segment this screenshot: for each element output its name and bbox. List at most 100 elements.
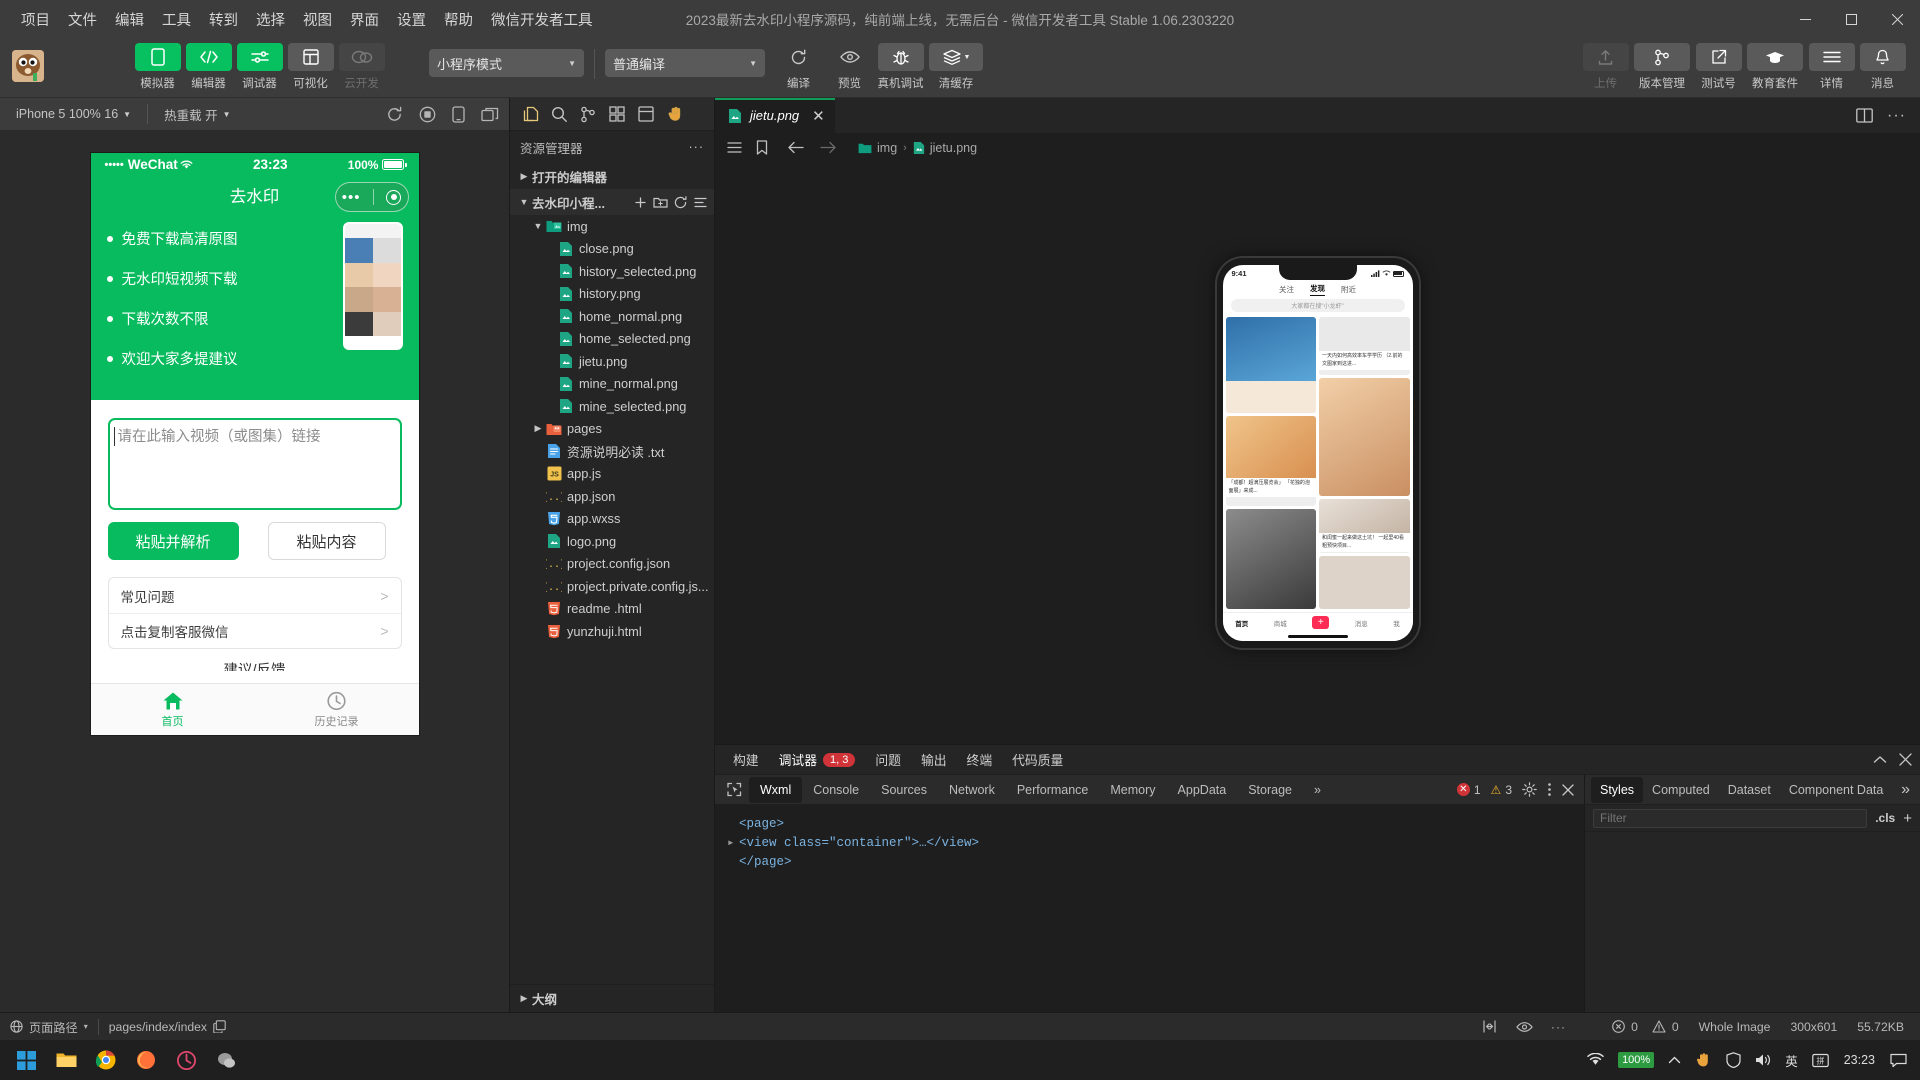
wechat-capsule-button[interactable]: ••• [334,182,409,212]
compile-select[interactable]: 普通编译 ▼ [605,49,765,77]
status-page-path-selector[interactable]: 页面路径 ▾ [0,1013,98,1041]
chrome-icon[interactable] [86,1040,126,1080]
styles-tabs-overflow[interactable]: » [1901,781,1920,799]
tree-item-app-js[interactable]: JS app.js [510,463,714,486]
menu-item-settings[interactable]: 设置 [388,4,435,35]
devtools-tab-performance[interactable]: Performance [1006,777,1100,803]
devtools-tab-appdata[interactable]: AppData [1167,777,1238,803]
toolbar-messages-button[interactable]: 消息 [1859,43,1906,91]
close-icon[interactable] [1562,783,1574,796]
toolbar-visualizer-button[interactable]: 可视化 [287,43,334,91]
toolbar-compile-button[interactable]: 编译 [775,43,822,91]
kebab-icon[interactable] [1547,782,1552,797]
preview-card[interactable] [1225,509,1316,609]
refresh-icon[interactable] [673,195,688,210]
error-count[interactable]: ✕ 1 [1456,783,1481,797]
ime-indicator[interactable]: 英 [1778,1040,1805,1080]
phone-tab-history[interactable]: 历史记录 [255,684,419,735]
paste-and-parse-button[interactable]: 粘贴并解析 [107,522,239,560]
firefox-icon[interactable] [126,1040,166,1080]
menu-item-file[interactable]: 文件 [59,4,106,35]
menu-item-project[interactable]: 项目 [12,4,59,35]
tree-item-home-normal-png[interactable]: home_normal.png [510,305,714,328]
minimize-button[interactable] [1782,0,1828,38]
windows-icon[interactable] [6,1040,46,1080]
back-arrow-icon[interactable] [788,141,804,154]
styles-tab-computed[interactable]: Computed [1643,777,1719,803]
preview-bottom-tab-me[interactable]: 我 [1393,618,1400,628]
menu-item-tools[interactable]: 工具 [153,4,200,35]
tree-item-project-private-config[interactable]: {..} project.private.config.js... [510,575,714,598]
devtools-tab-memory[interactable]: Memory [1099,777,1166,803]
tree-item-mine-selected-png[interactable]: mine_selected.png [510,395,714,418]
devtools-tab-storage[interactable]: Storage [1237,777,1303,803]
bookmark-icon[interactable] [756,140,768,155]
devtools-tab-debugger[interactable]: 调试器 1, 3 [769,746,866,773]
toolbar-testid-button[interactable]: 测试号 [1695,43,1742,91]
copy-icon[interactable] [213,1020,226,1033]
devtools-tab-terminal[interactable]: 终端 [957,746,1003,773]
devtools-tab-output[interactable]: 输出 [911,746,957,773]
more-icon[interactable]: ··· [1887,107,1906,125]
toolbar-clearcache-button[interactable]: ▼ 清缓存 [928,43,984,91]
eye-icon[interactable] [1516,1021,1533,1033]
device-select[interactable]: iPhone 5 100% 16 ▼ [10,104,137,124]
phone-tab-home[interactable]: 首页 [91,684,255,735]
preview-search-bar[interactable]: 大家都在搜"小龙虾" [1230,299,1405,312]
toolbar-editor-button[interactable]: 编辑器 [185,43,232,91]
preview-bottom-tab-messages[interactable]: 消息 [1355,618,1368,628]
split-icon[interactable] [1481,1019,1498,1034]
new-file-icon[interactable] [633,195,648,210]
code-line[interactable]: ▸ <view class="container">…</view> [727,834,1572,853]
preview-add-button[interactable]: + [1312,616,1330,629]
cell-copy-wechat[interactable]: 点击复制客服微信 > [108,613,401,648]
status-problems[interactable]: 0 0 [1612,1013,1689,1041]
cell-faq[interactable]: 常见问题 > [109,578,401,613]
devtools-tab-console[interactable]: Console [802,777,870,803]
devtools-tab-codequality[interactable]: 代码质量 [1002,746,1073,773]
toolbar-realdebug-button[interactable]: 真机调试 [877,43,924,91]
phone-preview[interactable]: ••••• WeChat 23:23 100% 去水印 ••• 免费下载高清原图… [90,153,419,735]
tree-item-img[interactable]: ▼ img [510,215,714,238]
avatar[interactable] [12,50,44,82]
preview-card[interactable] [1319,556,1410,609]
tree-item-app-json[interactable]: {..} app.json [510,485,714,508]
devtools-tab-wxml[interactable]: Wxml [749,776,803,803]
tree-item-app-wxss[interactable]: app.wxss [510,508,714,531]
menu-item-select[interactable]: 选择 [247,4,294,35]
toolbar-version-button[interactable]: 版本管理 [1633,43,1691,91]
editor-tab-jietu-png[interactable]: jietu.png ✕ [715,98,836,133]
tree-item-project-config-json[interactable]: {..} project.config.json [510,553,714,576]
cls-toggle[interactable]: .cls [1875,811,1895,825]
inspect-element-icon[interactable] [719,777,749,803]
toolbar-debugger-button[interactable]: 调试器 [236,43,283,91]
breadcrumb-file[interactable]: jietu.png [913,141,977,155]
toolbar-education-button[interactable]: 教育套件 [1746,43,1804,91]
battery-badge[interactable]: 100% [1611,1040,1661,1080]
styles-tab-styles[interactable]: Styles [1591,776,1644,803]
tree-item-close-png[interactable]: close.png [510,238,714,261]
preview-bottom-tab-shop[interactable]: 商城 [1274,618,1287,628]
tree-item-mine-normal-png[interactable]: mine_normal.png [510,373,714,396]
explorer-section-project[interactable]: ▼ 去水印小程... [510,189,714,215]
menu-item-interface[interactable]: 界面 [341,4,388,35]
volume-icon[interactable] [1748,1040,1778,1080]
status-current-path[interactable]: pages/index/index [99,1013,236,1041]
refresh-icon[interactable] [386,106,403,123]
search-icon[interactable] [547,102,571,126]
preview-card[interactable]: 和闺蜜一起来做这土坑！ 一起里40看粗预快项目... [1319,499,1410,553]
styles-tab-dataset[interactable]: Dataset [1719,777,1780,803]
explorer-section-open-editors[interactable]: ▶ 打开的编辑器 [510,163,714,189]
source-control-icon[interactable] [576,102,600,126]
security-icon[interactable] [1719,1040,1748,1080]
notification-icon[interactable] [1883,1040,1914,1080]
more-icon[interactable]: ··· [1551,1020,1566,1034]
menu-item-view[interactable]: 视图 [294,4,341,35]
gear-icon[interactable] [1522,782,1537,797]
tree-item-history-png[interactable]: history.png [510,283,714,306]
chat-icon[interactable] [206,1040,246,1080]
files-icon[interactable] [518,102,542,126]
outline-icon[interactable] [634,102,658,126]
warning-count[interactable]: ⚠ 3 [1491,783,1512,797]
phone-icon[interactable] [452,105,465,123]
